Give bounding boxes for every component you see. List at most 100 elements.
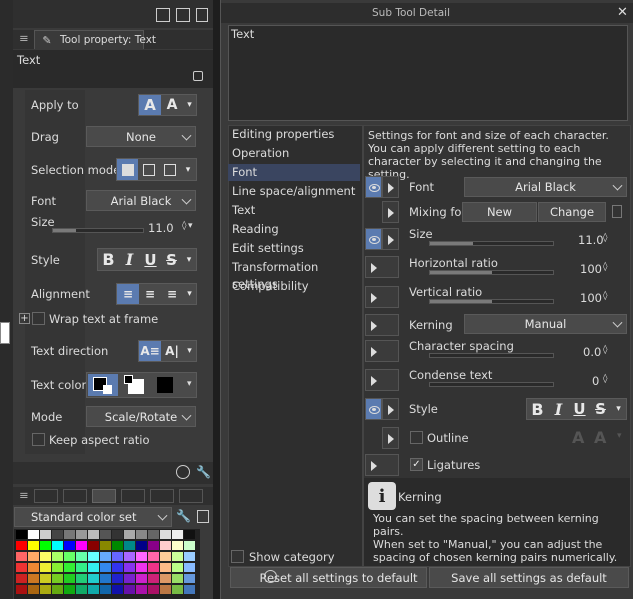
color-swatch[interactable]	[88, 585, 99, 594]
color-swatch[interactable]	[172, 563, 183, 572]
color-swatch[interactable]	[148, 530, 159, 539]
color-swatch[interactable]	[76, 563, 87, 572]
color-swatch[interactable]	[76, 530, 87, 539]
ligatures-checkbox[interactable]: ✓	[410, 458, 423, 471]
color-swatch[interactable]	[172, 530, 183, 539]
color-swatch[interactable]	[16, 574, 27, 583]
dialog-style-selector[interactable]: B I U S ▾	[526, 398, 627, 420]
left-strip-swatch[interactable]	[0, 322, 10, 344]
chevron-down-icon[interactable]: ▾	[182, 249, 196, 270]
drag-select[interactable]: None	[86, 126, 196, 147]
gauge-icon[interactable]	[176, 465, 190, 479]
expand-arrow-icon[interactable]	[382, 176, 399, 198]
align-left-icon[interactable]: ≡	[117, 284, 139, 304]
size-value[interactable]: 11.0	[148, 221, 174, 235]
color-swatch[interactable]	[112, 574, 123, 583]
strikethrough-icon[interactable]: S	[590, 399, 611, 419]
color-swatch[interactable]	[64, 552, 75, 561]
color-set-tab[interactable]	[92, 489, 116, 503]
color-swatch[interactable]	[28, 574, 39, 583]
mixing-font-change-button[interactable]: Change	[538, 202, 606, 222]
mode-select[interactable]: Scale/Rotate	[86, 406, 196, 427]
color-swatch[interactable]	[124, 552, 135, 561]
color-set-select[interactable]: Standard color set	[14, 507, 172, 527]
category-item[interactable]: Compatibility	[228, 278, 360, 295]
category-item[interactable]: Editing properties	[228, 126, 360, 143]
chevron-down-icon[interactable]: ▾	[611, 399, 626, 419]
color-swatch[interactable]	[52, 563, 63, 572]
color-swatch[interactable]	[28, 563, 39, 572]
italic-icon[interactable]: I	[119, 249, 140, 270]
color-swatch[interactable]	[40, 585, 51, 594]
color-swatch[interactable]	[112, 530, 123, 539]
trash-icon[interactable]	[196, 8, 208, 22]
hratio-value[interactable]: 100	[580, 262, 602, 276]
approximate-color-tab[interactable]	[150, 489, 174, 503]
color-wheel-tab[interactable]	[34, 489, 58, 503]
category-item[interactable]: Text	[228, 202, 360, 219]
expand-arrow-icon[interactable]	[365, 314, 399, 336]
align-right-icon[interactable]: ≡	[161, 284, 183, 304]
color-swatch[interactable]	[28, 552, 39, 561]
color-swatch[interactable]	[40, 530, 51, 539]
wrap-text-checkbox[interactable]	[32, 312, 45, 325]
save-defaults-button[interactable]: Save all settings as default	[429, 567, 629, 588]
italic-icon[interactable]: I	[548, 399, 569, 419]
color-swatch[interactable]	[124, 541, 135, 550]
reset-defaults-button[interactable]: Reset all settings to default	[230, 567, 427, 588]
color-history-tab[interactable]	[179, 489, 203, 503]
color-swatch[interactable]	[40, 541, 51, 550]
color-swatch[interactable]	[64, 541, 75, 550]
condense-value[interactable]: 0	[592, 374, 599, 388]
color-swatch[interactable]	[172, 585, 183, 594]
color-swatch[interactable]	[88, 563, 99, 572]
expand-arrow-icon[interactable]	[365, 454, 399, 476]
strikethrough-icon[interactable]: S	[161, 249, 182, 270]
color-swatch[interactable]	[28, 530, 39, 539]
expand-arrow-icon[interactable]	[365, 369, 399, 391]
expand-arrow-icon[interactable]	[382, 228, 399, 250]
color-swatch[interactable]	[76, 552, 87, 561]
color-swatch[interactable]	[76, 541, 87, 550]
color-swatch[interactable]	[124, 574, 135, 583]
font-select[interactable]: Arial Black	[86, 190, 196, 211]
color-swatch[interactable]	[148, 552, 159, 561]
color-swatch[interactable]	[112, 563, 123, 572]
spinner-icon[interactable]: ◊	[603, 374, 607, 384]
color-swatch[interactable]	[100, 530, 111, 539]
color-swatch[interactable]	[172, 552, 183, 561]
duplicate-icon[interactable]	[176, 8, 190, 22]
apply-all-text-icon[interactable]: A	[139, 95, 161, 115]
transparent-color-swatch[interactable]	[157, 377, 173, 393]
chevron-down-icon[interactable]: ▾	[183, 341, 196, 361]
category-item[interactable]: Transformation settings	[228, 259, 360, 291]
outline-checkbox[interactable]	[410, 431, 423, 444]
selection-mode-selector[interactable]: ▾	[116, 158, 197, 181]
color-swatch[interactable]	[136, 552, 147, 561]
color-swatch[interactable]	[52, 574, 63, 583]
color-swatch[interactable]	[136, 541, 147, 550]
color-swatch[interactable]	[52, 541, 63, 550]
hratio-slider[interactable]	[429, 270, 554, 275]
color-swatch[interactable]	[136, 563, 147, 572]
wrench-icon[interactable]: 🔧	[176, 509, 191, 523]
dialog-font-select[interactable]: Arial Black	[464, 177, 627, 197]
mixing-font-new-button[interactable]: New	[462, 202, 537, 222]
color-swatch[interactable]	[64, 574, 75, 583]
color-swatch[interactable]	[112, 541, 123, 550]
import-icon[interactable]	[156, 8, 170, 22]
chevron-down-icon[interactable]: ▾	[183, 284, 196, 304]
color-swatch[interactable]	[172, 574, 183, 583]
spinner-icon[interactable]: ◊	[603, 262, 607, 272]
color-swatch[interactable]	[160, 530, 171, 539]
color-swatch[interactable]	[64, 585, 75, 594]
color-swatch[interactable]	[148, 563, 159, 572]
color-swatch[interactable]	[184, 541, 195, 550]
style-selector[interactable]: B I U S ▾	[97, 248, 197, 271]
size-slider[interactable]	[52, 228, 144, 233]
expand-arrow-icon[interactable]	[382, 427, 399, 449]
color-swatch[interactable]	[100, 563, 111, 572]
alignment-selector[interactable]: ≡ ≡ ≡ ▾	[116, 283, 197, 305]
category-item[interactable]: Reading	[228, 221, 360, 238]
color-swatch[interactable]	[100, 585, 111, 594]
